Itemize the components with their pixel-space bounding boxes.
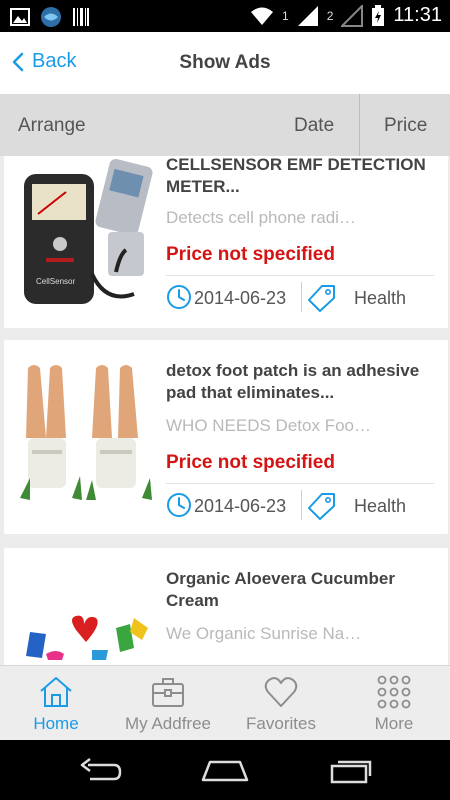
ad-category: Health xyxy=(354,288,407,308)
tab-home-label: Home xyxy=(33,714,79,733)
ad-date: 2014-06-23 xyxy=(194,288,287,308)
meta-divider xyxy=(301,490,302,520)
ad-date: 2014-06-23 xyxy=(194,496,287,516)
ad-card[interactable]: Organic Aloevera Cucumber Cream We Organ… xyxy=(4,548,448,665)
page-title: Show Ads xyxy=(179,52,271,73)
tag-icon xyxy=(308,493,335,520)
card-divider xyxy=(166,483,434,484)
gallery-icon xyxy=(10,8,30,26)
ad-description: WHO NEEDS Detox Foo… xyxy=(166,416,371,435)
wifi-icon xyxy=(251,7,274,25)
tab-more[interactable]: More xyxy=(338,666,450,741)
tab-home[interactable]: Home xyxy=(0,666,112,741)
notification-icons xyxy=(10,6,90,28)
browser-globe-icon xyxy=(41,7,61,27)
sort-by-date-button[interactable]: Date xyxy=(294,115,334,137)
ad-thumbnail-aloevera-cream xyxy=(16,588,156,665)
ad-title: CELLSENSOR EMF DETECTION METER... xyxy=(166,156,426,196)
sort-divider xyxy=(359,94,360,156)
app-header: Back Show Ads xyxy=(0,32,450,94)
ad-thumbnail-foot-patch xyxy=(16,358,156,518)
sim2-label: 2 xyxy=(326,8,334,23)
grid-icon xyxy=(377,675,411,709)
tag-icon xyxy=(308,285,335,312)
meta-divider xyxy=(301,282,302,312)
arrange-label: Arrange xyxy=(18,115,86,136)
ads-list[interactable]: CellSensor CELLSENSOR EMF DETECTION METE… xyxy=(0,156,450,665)
ad-meta: 2014-06-23 Health xyxy=(166,282,436,314)
back-nav-icon[interactable] xyxy=(78,756,122,784)
card-divider xyxy=(166,275,434,276)
sort-bar: Arrange Date Price xyxy=(0,94,450,156)
ad-price: Price not specified xyxy=(166,452,335,473)
ad-description: We Organic Sunrise Na… xyxy=(166,624,362,643)
screen: 1 2 11:31 Back Show Ads Arrange Date Pri… xyxy=(0,0,450,800)
home-icon xyxy=(40,677,72,707)
ad-title: detox foot patch is an adhesive pad that… xyxy=(166,361,420,402)
sort-by-price-button[interactable]: Price xyxy=(384,115,427,137)
tab-my-addfree[interactable]: My Addfree xyxy=(112,666,224,741)
heart-icon xyxy=(264,677,298,707)
battery-icon xyxy=(372,4,385,26)
briefcase-icon xyxy=(152,678,184,707)
system-icons: 1 2 11:31 xyxy=(250,4,442,27)
barcode-icon xyxy=(73,8,89,26)
status-bar: 1 2 11:31 xyxy=(0,0,450,32)
home-nav-icon[interactable] xyxy=(200,756,250,784)
ad-category: Health xyxy=(354,496,407,516)
sim1-label: 1 xyxy=(282,8,289,23)
ad-meta: 2014-06-23 Health xyxy=(166,490,436,522)
signal-icon xyxy=(297,5,318,26)
clock-icon xyxy=(167,493,191,517)
ad-card[interactable]: CellSensor CELLSENSOR EMF DETECTION METE… xyxy=(4,156,448,328)
bottom-tab-bar: Home My Addfree Favorites More xyxy=(0,665,450,740)
ad-description: Detects cell phone radi… xyxy=(166,208,356,227)
ad-price: Price not specified xyxy=(166,244,335,265)
recent-apps-icon[interactable] xyxy=(328,756,374,784)
ad-title: Organic Aloevera Cucumber Cream xyxy=(166,569,395,610)
tab-my-addfree-label: My Addfree xyxy=(125,714,211,733)
tab-favorites-label: Favorites xyxy=(246,714,316,733)
clock-icon xyxy=(167,285,191,309)
clock-time: 11:31 xyxy=(393,4,442,26)
tab-more-label: More xyxy=(374,714,414,733)
svg-text:CellSensor: CellSensor xyxy=(36,277,75,286)
tab-favorites[interactable]: Favorites xyxy=(225,666,337,741)
ad-thumbnail-emf-meter: CellSensor xyxy=(16,156,156,314)
no-signal-icon xyxy=(341,4,364,27)
ad-card[interactable]: detox foot patch is an adhesive pad that… xyxy=(4,340,448,534)
system-nav-bar xyxy=(0,740,450,800)
